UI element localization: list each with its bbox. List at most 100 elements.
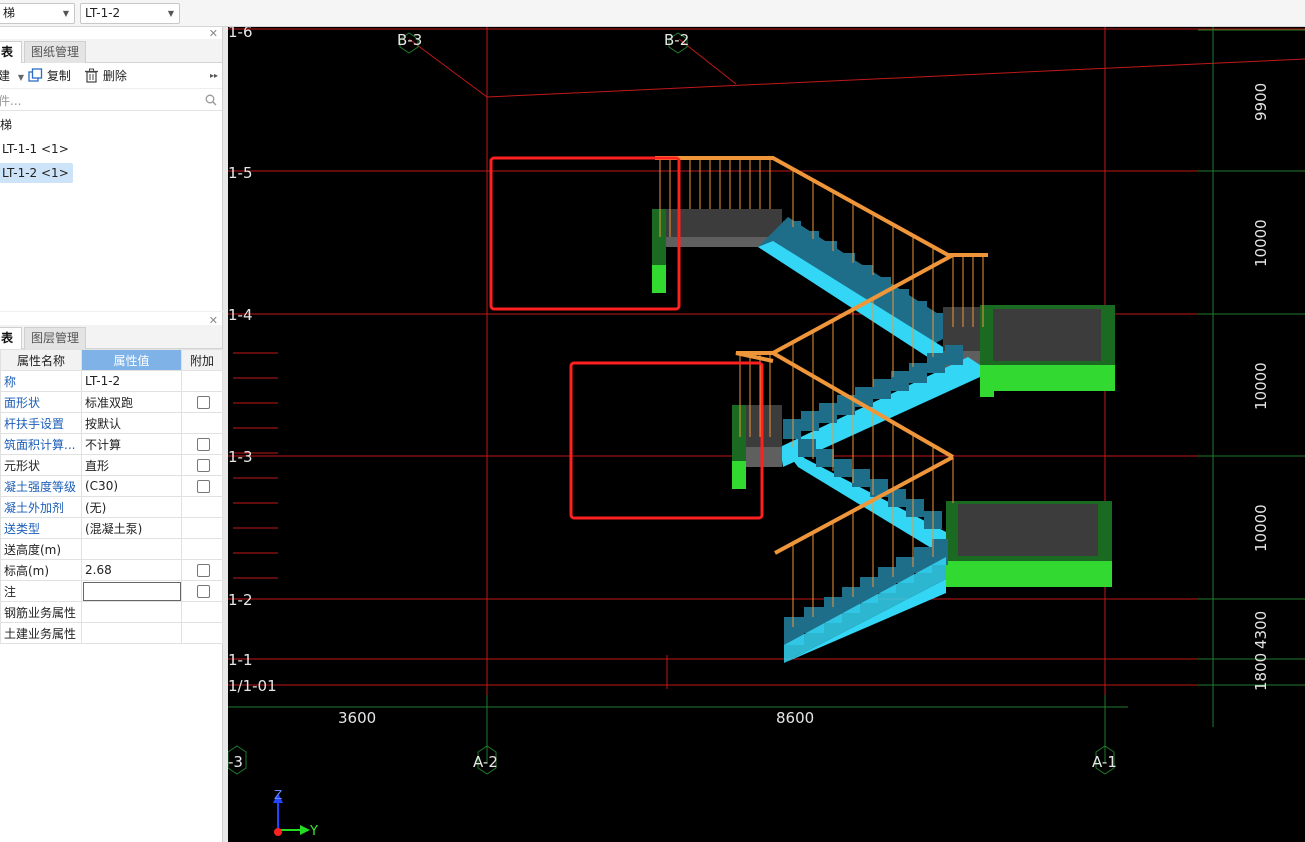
prop-panel-tabs: 表 图层管理 [0,325,222,349]
property-value[interactable]: (C30) [81,475,182,497]
property-name: 凝土强度等级 [0,475,82,497]
copy-button-label: 复制 [46,69,71,83]
extra-checkbox[interactable] [197,564,210,577]
property-header-row: 属性名称 属性值 附加 [0,349,223,371]
component-name-select[interactable]: LT-1-2 ▼ [80,3,180,24]
property-row[interactable]: 元形状 直形 [0,454,223,476]
tab-component-list[interactable]: 表 [0,41,22,63]
copy-icon [28,68,43,82]
dim-9900: 9900 [1252,83,1270,121]
property-row[interactable]: 凝土强度等级 (C30) [0,475,223,497]
grid-label-3: -3 [228,753,243,771]
top-toolbar: 梯 ▼ LT-1-2 ▼ [0,0,1305,27]
axis-z-label: Z [274,788,282,802]
property-value[interactable] [81,580,182,602]
extra-checkbox[interactable] [197,459,210,472]
property-extra [181,622,223,644]
tree-item-lt-1-1[interactable]: LT-1-1 <1> [0,139,73,159]
property-row[interactable]: 土建业务属性 [0,622,223,644]
property-name: 杆扶手设置 [0,412,82,434]
property-name: 面形状 [0,391,82,413]
property-value[interactable] [81,622,182,644]
property-extra [181,475,223,497]
delete-button-label: 删除 [102,69,127,83]
chevron-down-icon: ▼ [167,9,174,18]
component-type-select[interactable]: 梯 ▼ [0,3,75,24]
property-row[interactable]: 标高(m) 2.68 [0,559,223,581]
tab-property-list[interactable]: 表 [0,327,22,349]
grid-label-a1: A-1 [1092,753,1117,771]
list-toolbar: 建 ▼ 复制 删除 ▸▸ [0,63,222,89]
delete-button[interactable]: 删除 [84,67,127,85]
property-row[interactable]: 称 LT-1-2 [0,370,223,392]
property-value[interactable]: 按默认 [81,412,182,434]
dim-10000-c: 10000 [1252,504,1270,552]
more-icon[interactable]: ▸▸ [210,67,218,85]
trash-icon [85,68,98,83]
grid-label-1-3: 1-3 [228,448,253,466]
property-value[interactable]: LT-1-2 [81,370,182,392]
property-name: 注 [0,580,82,602]
property-name: 凝土外加剂 [0,496,82,518]
grid-label-1-6: 1-6 [228,27,253,41]
property-value[interactable]: 不计算 [81,433,182,455]
stair-model[interactable] [652,209,1115,663]
property-value[interactable] [81,538,182,560]
property-extra [181,433,223,455]
property-name: 元形状 [0,454,82,476]
property-row[interactable]: 钢筋业务属性 [0,601,223,623]
property-row[interactable]: 面形状 标准双跑 [0,391,223,413]
property-table: 属性名称 属性值 附加 称 LT-1-2 面形状 标准双跑 杆扶手设置 按默认 筑面积计算.… [0,349,223,644]
extra-checkbox[interactable] [197,396,210,409]
property-value[interactable]: (无) [81,496,182,518]
chevron-down-icon: ▼ [17,73,24,82]
search-icon[interactable] [205,94,217,106]
header-extra: 附加 [181,349,223,371]
grid-lines-green [228,27,1305,762]
grid-bubbles [228,32,1115,775]
grid-label-1-2: 1-2 [228,591,253,609]
property-value[interactable]: 标准双跑 [81,391,182,413]
property-extra [181,538,223,560]
property-value[interactable]: (混凝土泵) [81,517,182,539]
property-row[interactable]: 送类型 (混凝土泵) [0,517,223,539]
chevron-down-icon: ▼ [62,9,69,18]
extra-checkbox[interactable] [197,480,210,493]
cad-viewport[interactable]: B-3 B-2 1-6 1-5 1-4 1-3 1-2 1-1 1/1-01 -… [228,27,1305,842]
grid-label-b2: B-2 [664,31,689,49]
dim-10000-b: 10000 [1252,362,1270,410]
tab-layer-management[interactable]: 图层管理 [24,327,87,349]
property-row[interactable]: 凝土外加剂 (无) [0,496,223,518]
right-dimensions: 9900 10000 10000 10000 4300 1800 [1252,83,1270,691]
new-button-label: 建 [0,69,11,83]
property-value[interactable] [81,601,182,623]
dim-3600: 3600 [338,709,376,727]
property-row[interactable]: 送高度(m) [0,538,223,560]
property-row[interactable]: 筑面积计算... 不计算 [0,433,223,455]
property-row[interactable]: 注 [0,580,223,602]
property-value[interactable]: 2.68 [81,559,182,581]
component-list-panel: ✕ 表 图纸管理 建 ▼ 复制 删除 ▸▸ 件... 梯 LT-1-1 <1> … [0,27,223,311]
property-row[interactable]: 杆扶手设置 按默认 [0,412,223,434]
extra-checkbox[interactable] [197,585,210,598]
drawing-canvas[interactable]: B-3 B-2 1-6 1-5 1-4 1-3 1-2 1-1 1/1-01 -… [228,27,1305,842]
property-extra [181,580,223,602]
property-extra [181,412,223,434]
extra-checkbox[interactable] [197,438,210,451]
copy-button[interactable]: 复制 [28,67,71,85]
property-extra [181,601,223,623]
component-search-field[interactable]: 件... [0,89,222,111]
tree-item-lt-1-2[interactable]: LT-1-2 <1> [0,163,73,183]
component-tree: 梯 LT-1-1 <1> LT-1-2 <1> [0,111,222,281]
property-extra [181,370,223,392]
tab-drawing-management[interactable]: 图纸管理 [24,41,87,63]
list-panel-tabs: 表 图纸管理 [0,39,222,63]
new-button[interactable]: 建 ▼ [0,67,24,85]
property-name: 标高(m) [0,559,82,581]
tree-root[interactable]: 梯 [0,115,16,135]
component-name-value: LT-1-2 [85,6,121,20]
dim-4300: 4300 [1252,611,1270,649]
axis-indicator: Z Y [273,788,318,839]
grid-label-1-4: 1-4 [228,306,253,324]
property-value[interactable]: 直形 [81,454,182,476]
